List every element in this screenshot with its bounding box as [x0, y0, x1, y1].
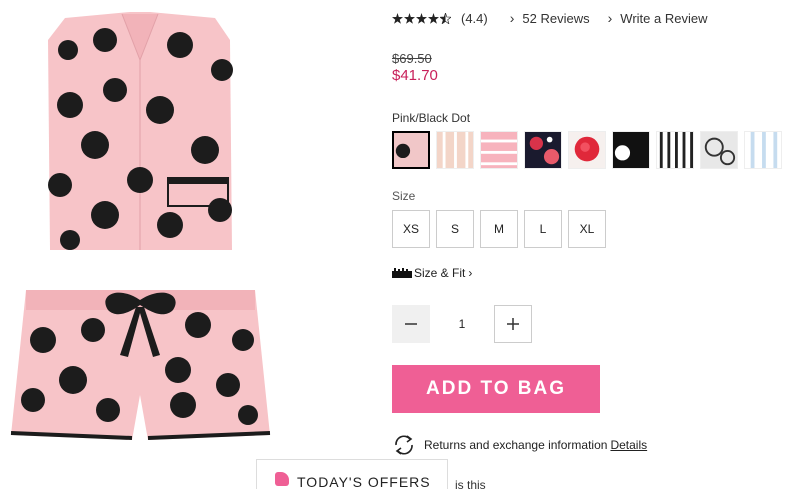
- exchange-icon: [395, 435, 413, 455]
- pajama-top-image[interactable]: [40, 10, 240, 255]
- swatch-navy-floral[interactable]: [524, 131, 562, 169]
- color-swatches: [392, 131, 782, 169]
- tag-icon: [275, 472, 289, 486]
- size-m-button[interactable]: M: [480, 210, 518, 248]
- chevron-right-icon: ›: [509, 10, 515, 26]
- swatch-black-white-stripe[interactable]: [656, 131, 694, 169]
- original-price: $69.50: [392, 51, 432, 66]
- ruler-icon: [392, 268, 412, 278]
- pajama-shorts-image[interactable]: [8, 285, 273, 455]
- swatch-blue-stripe[interactable]: [744, 131, 782, 169]
- swatch-peach-stripe[interactable]: [436, 131, 474, 169]
- write-review-label: Write a Review: [620, 10, 708, 26]
- reviews-link[interactable]: › 52 Reviews: [510, 10, 590, 26]
- chevron-right-icon: ›: [607, 10, 613, 26]
- swatch-grey-rose[interactable]: [700, 131, 738, 169]
- swatch-black-white-dot[interactable]: [612, 131, 650, 169]
- star-icon: [392, 12, 403, 24]
- star-icon: [416, 12, 427, 24]
- size-l-button[interactable]: L: [524, 210, 562, 248]
- minus-icon: [405, 323, 417, 325]
- size-fit-label: Size & Fit: [414, 266, 466, 280]
- star-icon: [404, 12, 415, 24]
- returns-info: Returns and exchange information Details: [392, 434, 647, 456]
- product-details: (4.4) › 52 Reviews › Write a Review $69.…: [392, 0, 782, 485]
- size-s-button[interactable]: S: [436, 210, 474, 248]
- size-label: Size: [392, 189, 416, 203]
- swatch-pattern: [481, 132, 517, 168]
- partial-text: is this: [455, 478, 486, 492]
- reviews-link-label: 52 Reviews: [522, 10, 590, 26]
- details-link[interactable]: Details: [610, 438, 647, 452]
- product-image-gallery: [0, 0, 380, 485]
- size-selector: XS S M L XL: [392, 210, 606, 248]
- rating-value: (4.4): [461, 10, 488, 26]
- size-xs-button[interactable]: XS: [392, 210, 430, 248]
- star-icon: [428, 12, 439, 24]
- selected-color-name: Pink/Black Dot: [392, 111, 471, 125]
- swatch-pattern: [745, 132, 781, 168]
- rating-row: (4.4) › 52 Reviews › Write a Review: [392, 10, 725, 26]
- add-to-bag-button[interactable]: ADD TO BAG: [392, 365, 600, 413]
- quantity-decrease-button[interactable]: [392, 305, 430, 343]
- todays-offers-label: TODAY'S OFFERS: [297, 474, 431, 490]
- size-fit-link[interactable]: Size & Fit ›: [392, 266, 472, 280]
- plus-icon: [507, 318, 519, 330]
- swatch-red-floral[interactable]: [568, 131, 606, 169]
- swatch-pattern: [657, 132, 693, 168]
- write-review-link[interactable]: › Write a Review: [608, 10, 708, 26]
- star-rating[interactable]: [392, 12, 451, 24]
- chevron-right-icon: ›: [468, 266, 473, 280]
- swatch-pattern: [569, 132, 605, 168]
- quantity-increase-button[interactable]: [494, 305, 532, 343]
- swatch-pattern: [437, 132, 473, 168]
- swatch-pattern: [394, 133, 428, 167]
- swatch-pink-stripe[interactable]: [480, 131, 518, 169]
- sale-price: $41.70: [392, 67, 438, 84]
- size-xl-button[interactable]: XL: [568, 210, 606, 248]
- half-star-icon: [440, 12, 451, 24]
- quantity-value[interactable]: 1: [430, 317, 494, 331]
- returns-text: Returns and exchange information: [424, 438, 608, 452]
- swatch-pattern: [701, 132, 737, 168]
- quantity-stepper: 1: [392, 305, 532, 343]
- swatch-pattern: [613, 132, 649, 168]
- swatch-pink-black-dot[interactable]: [392, 131, 430, 169]
- swatch-pattern: [525, 132, 561, 168]
